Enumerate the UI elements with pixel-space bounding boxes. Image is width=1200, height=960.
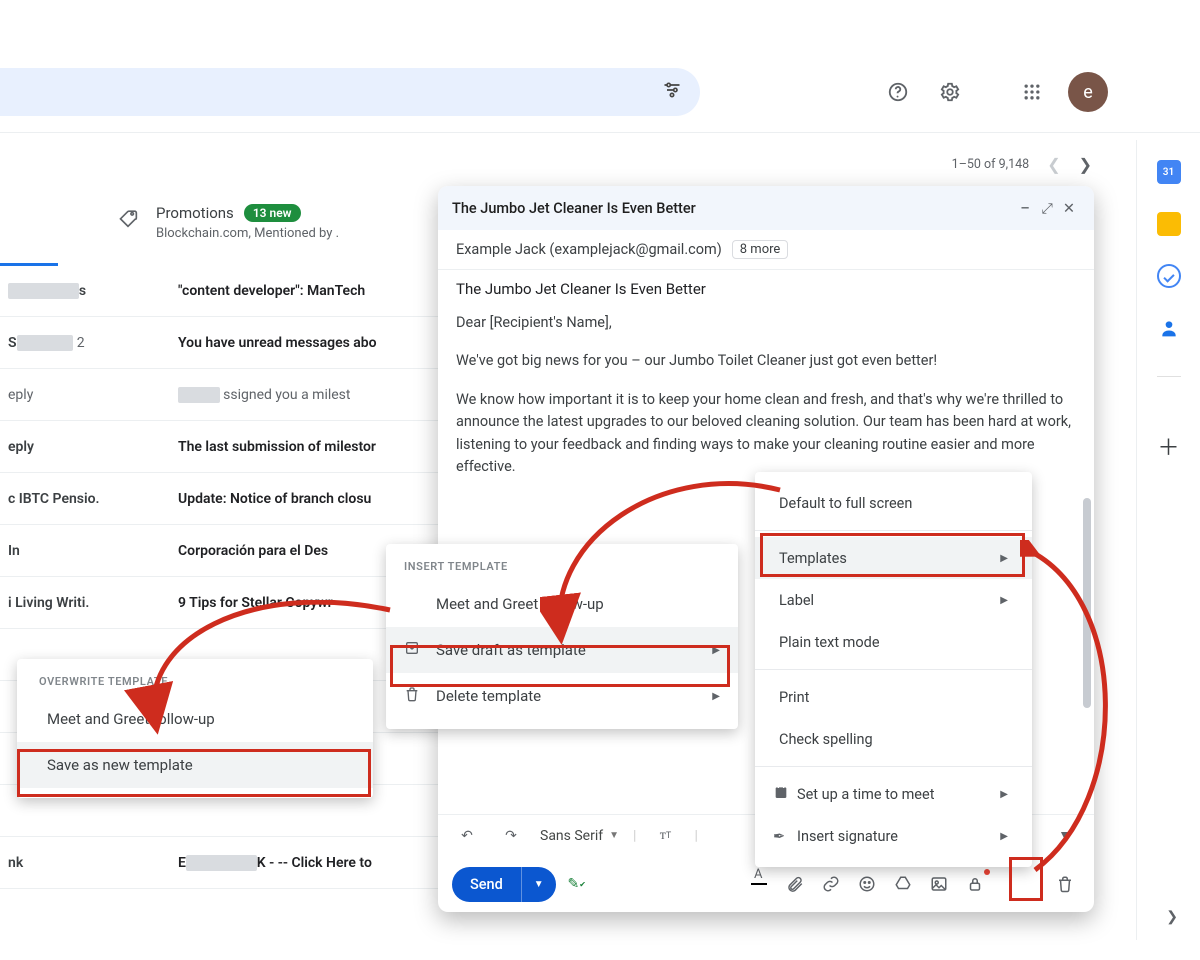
menu-item-spelling[interactable]: Check spelling (755, 718, 1032, 760)
drive-icon[interactable] (888, 869, 918, 899)
tab-promotions-preview: Blockchain.com, Mentioned by . (156, 226, 339, 241)
attach-icon[interactable] (780, 869, 810, 899)
confidential-icon[interactable] (960, 869, 990, 899)
calendar-icon (773, 784, 797, 804)
send-options-icon[interactable]: ▼ (521, 867, 556, 902)
contacts-app-icon[interactable] (1157, 316, 1181, 340)
mail-row[interactable]: eplyxxxxxx ssigned you a milest (0, 369, 440, 421)
mail-row[interactable]: xxxxxxxxxxs"content developer": ManTech (0, 265, 440, 317)
image-icon[interactable] (924, 869, 954, 899)
side-panel-toggle-icon[interactable]: ❯ (1166, 909, 1178, 925)
template-item[interactable]: Meet and Greet follow-up (386, 581, 738, 627)
header-divider (0, 132, 1200, 133)
font-size-icon[interactable]: тT (650, 821, 680, 851)
menu-item-plaintext[interactable]: Plain text mode (755, 621, 1032, 663)
tab-promotions[interactable]: Promotions 13 new Blockchain.com, Mentio… (118, 204, 339, 241)
more-formatting-icon[interactable]: ▼ (1050, 821, 1080, 851)
mail-row[interactable]: Sxxxxxxxx 2You have unread messages abo (0, 317, 440, 369)
send-button[interactable]: Send ▼ (452, 867, 556, 902)
compose-recipients[interactable]: Example Jack (examplejack@gmail.com) 8 m… (438, 230, 1094, 270)
emoji-icon[interactable] (852, 869, 882, 899)
redo-icon[interactable]: ↷ (496, 821, 526, 851)
compose-to-text: Example Jack (examplejack@gmail.com) (456, 241, 722, 258)
page-next-icon[interactable]: ❯ (1079, 155, 1092, 174)
window-top-strip (0, 0, 1200, 48)
pagination: 1–50 of 9,148 ❮ ❯ (952, 155, 1092, 174)
menu-item-schedule[interactable]: Set up a time to meet▶ (755, 773, 1032, 815)
help-icon[interactable] (878, 72, 918, 112)
more-options-icon[interactable]: ⋮ (996, 869, 1026, 899)
settings-icon[interactable] (930, 72, 970, 112)
save-template-menu: OVERWRITE TEMPLATE Meet and Greet follow… (17, 659, 373, 798)
mail-row[interactable]: InCorporación para el Des (0, 525, 440, 577)
pen-icon: ✒ (773, 828, 797, 845)
calendar-app-icon[interactable] (1157, 160, 1181, 184)
save-template-heading: OVERWRITE TEMPLATE (17, 669, 373, 696)
tasks-app-icon[interactable] (1157, 264, 1181, 288)
tab-promotions-label: Promotions (156, 204, 234, 222)
search-bar[interactable] (0, 68, 700, 116)
close-icon[interactable]: ✕ (1058, 200, 1080, 217)
search-options-icon[interactable] (662, 80, 682, 104)
menu-item-label[interactable]: Label▶ (755, 579, 1032, 621)
apps-grid-icon[interactable] (1012, 72, 1052, 112)
expand-icon[interactable]: ⤢ (1036, 200, 1058, 217)
menu-item-save-new-template[interactable]: Save as new template (17, 742, 373, 788)
undo-icon[interactable]: ↶ (452, 821, 482, 851)
save-icon (404, 640, 422, 660)
menu-item-fullscreen[interactable]: Default to full screen (755, 482, 1032, 524)
menu-item-print[interactable]: Print (755, 676, 1032, 718)
add-app-icon[interactable]: ＋ (1157, 434, 1181, 458)
account-avatar[interactable]: e (1068, 72, 1108, 112)
menu-item-save-draft-template[interactable]: Save draft as template▶ (386, 627, 738, 673)
more-recipients-chip[interactable]: 8 more (732, 240, 789, 259)
compose-header: The Jumbo Jet Cleaner Is Even Better – ⤢… (438, 186, 1094, 230)
mail-row[interactable]: i Living Writi.9 Tips for Stellar Copywr (0, 577, 440, 629)
menu-item-templates[interactable]: Templates▶ (755, 537, 1032, 579)
link-icon[interactable] (816, 869, 846, 899)
compose-title: The Jumbo Jet Cleaner Is Even Better (452, 200, 696, 217)
menu-item-delete-template[interactable]: Delete template▶ (386, 673, 738, 719)
templates-heading: INSERT TEMPLATE (386, 554, 738, 581)
font-picker[interactable]: Sans Serif▼ (540, 828, 619, 844)
overwrite-template-item[interactable]: Meet and Greet follow-up (17, 696, 373, 742)
compose-scrollbar[interactable] (1083, 498, 1091, 708)
side-panel: ＋ (1136, 140, 1200, 940)
mail-row[interactable]: c IBTC Pensio.Update: Notice of branch c… (0, 473, 440, 525)
keep-app-icon[interactable] (1157, 212, 1181, 236)
compose-subject[interactable]: The Jumbo Jet Cleaner Is Even Better (438, 270, 1094, 308)
page-prev-icon[interactable]: ❮ (1047, 155, 1060, 174)
compose-more-menu: Default to full screen Templates▶ Label▶… (755, 472, 1032, 867)
pagination-range: 1–50 of 9,148 (952, 157, 1030, 172)
templates-menu: INSERT TEMPLATE Meet and Greet follow-up… (386, 544, 738, 729)
discard-icon[interactable] (1050, 869, 1080, 899)
signature-pen-icon[interactable]: ✎✔ (562, 869, 592, 899)
trash-icon (404, 686, 422, 706)
tag-icon (118, 208, 138, 232)
menu-item-signature[interactable]: ✒ Insert signature▶ (755, 815, 1032, 857)
mail-row[interactable]: eplyThe last submission of milestor (0, 421, 440, 473)
tab-promotions-badge: 13 new (244, 204, 301, 222)
minimize-icon[interactable]: – (1014, 200, 1036, 217)
text-color-icon[interactable] (744, 869, 774, 899)
mail-row[interactable]: nkExxxxxxxxxxK - -- Click Here to (0, 837, 440, 889)
